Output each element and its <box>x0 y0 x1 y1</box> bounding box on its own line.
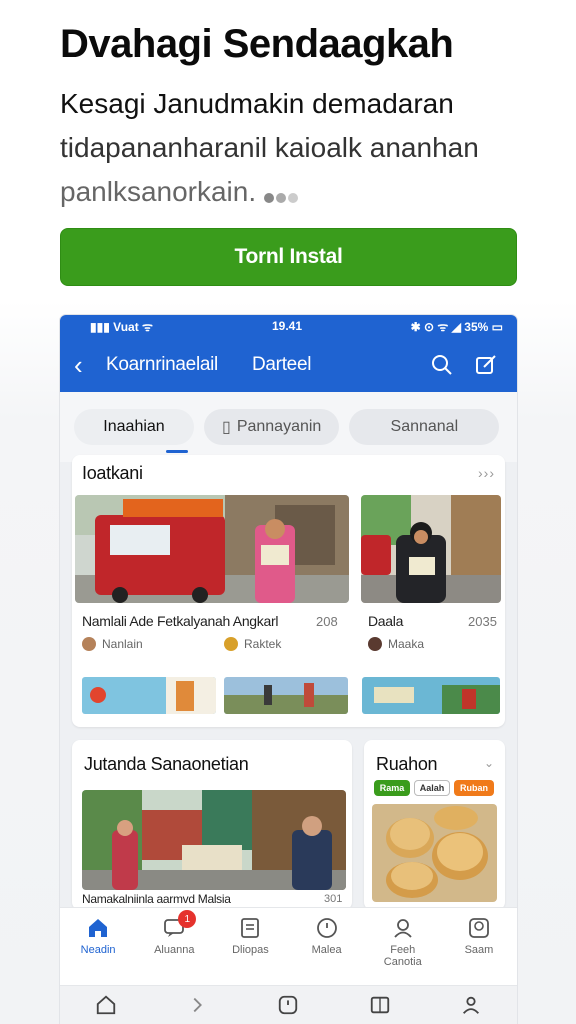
header-subtitle[interactable]: Darteel <box>252 354 311 376</box>
news-number: 301 <box>324 893 343 905</box>
pill-ruban[interactable]: Ruban <box>454 780 494 796</box>
home-icon[interactable] <box>93 992 119 1018</box>
status-bar: ▮▮▮ Vuat ᯤ 19.41 ✱ ⊙ ᯤ ◢ 35% ▭ <box>60 315 517 337</box>
chevron-down-icon[interactable]: ⌄ <box>484 756 495 770</box>
carrier-label: Vuat <box>113 319 139 334</box>
battery-label: 35% <box>464 319 489 334</box>
nav-malea[interactable]: Malea <box>289 908 365 985</box>
app-store-page: Dvahagi Sendaagkah Kesagi Janudmakin dem… <box>0 0 576 1024</box>
avatar <box>82 637 96 651</box>
nav-label: Aluanna <box>154 944 195 956</box>
item-number-1: 208 <box>316 614 338 629</box>
system-navigation <box>60 985 517 1024</box>
item-caption-2[interactable]: Daala <box>368 613 403 629</box>
clipboard-icon: ▯ <box>222 419 231 436</box>
news-section: Jutanda Sanaonetian Namakalniinla aarmvd <box>72 740 352 910</box>
nav-aluanna[interactable]: 1 Aluanna <box>136 908 212 985</box>
header-title: Koarnrinaelail <box>106 353 218 375</box>
app-screenshot: ▮▮▮ Vuat ᯤ 19.41 ✱ ⊙ ᯤ ◢ 35% ▭ ‹ Koarnri… <box>60 315 517 1024</box>
tab-pannayanin-label: Pannayanin <box>236 418 322 435</box>
people-icon <box>394 919 412 938</box>
featured-section: Ioatkani ››› Namlali Ade Fetkalyanah Ang… <box>72 455 505 727</box>
thumbnail-1[interactable] <box>82 677 216 714</box>
product-section: Ruahon ⌄ Rama Aalah Ruban <box>364 740 505 910</box>
nav-label: Neadin <box>80 944 116 956</box>
author-name: Maaka <box>388 637 425 651</box>
tab-bar: Inaahian ▯ Pannayanin Sannanal <box>60 392 517 462</box>
app-description: Kesagi Janudmakin demadaran tidapananhar… <box>60 82 530 216</box>
install-button[interactable]: Tornl Instal <box>60 228 517 286</box>
active-tab-indicator <box>166 450 188 453</box>
item-caption-1[interactable]: Namlali Ade Fetkalyanah Angkarl <box>82 613 278 629</box>
home-icon <box>89 919 108 937</box>
person-icon[interactable] <box>458 992 484 1018</box>
edit-icon[interactable] <box>469 348 503 382</box>
description-line-1: Kesagi Janudmakin demadaran <box>60 88 454 119</box>
bottom-navigation: Neadin 1 Aluanna Dliopas Malea Feeh Cano… <box>60 907 517 985</box>
author-name: Nanlain <box>102 637 143 651</box>
nav-feeh-canotia[interactable]: Feeh Canotia <box>365 908 441 985</box>
more-dots-icon[interactable] <box>264 172 300 216</box>
item-number-2: 2035 <box>468 614 497 629</box>
more-chevrons-icon[interactable]: ››› <box>478 465 495 481</box>
section-title: Ruahon <box>376 754 438 774</box>
product-image[interactable] <box>372 804 497 902</box>
news-caption[interactable]: Namakalniinla aarmvd Malsia <box>82 892 231 906</box>
pill-aalah[interactable]: Aalah <box>414 780 450 796</box>
description-line-2: tidapananharanil kaioalk ananhan <box>60 132 479 163</box>
section-title: Ioatkani <box>82 463 143 483</box>
profile-icon <box>469 918 489 938</box>
battery-indicator: ✱ ⊙ ᯤ ◢ 35% ▭ <box>410 319 503 334</box>
news-image[interactable] <box>82 790 346 890</box>
notification-badge: 1 <box>178 910 197 928</box>
document-icon <box>241 918 260 938</box>
nav-label: Feeh Canotia <box>383 944 422 968</box>
featured-image-1[interactable] <box>75 495 349 603</box>
search-icon[interactable] <box>425 348 459 382</box>
tab-inaahian[interactable]: Inaahian <box>74 409 194 445</box>
item-author-2: Raktek <box>224 637 281 651</box>
back-arrow-icon[interactable]: ‹ <box>74 352 106 378</box>
description-line-3-text: panlksanorkain. <box>60 176 257 207</box>
author-name: Raktek <box>244 637 282 651</box>
tab-sannanal[interactable]: Sannanal <box>349 409 500 445</box>
app-title: Dvahagi Sendaagkah <box>60 22 454 66</box>
section-title: Jutanda Sanaonetian <box>84 754 249 774</box>
nav-label: Dliopas <box>232 944 269 956</box>
nav-label: Saam <box>464 944 494 956</box>
thumbnail-2[interactable] <box>224 677 348 714</box>
nav-dliopas[interactable]: Dliopas <box>212 908 288 985</box>
nav-neadin[interactable]: Neadin <box>60 908 136 985</box>
clock-icon[interactable] <box>275 992 301 1018</box>
description-line-3: panlksanorkain. <box>60 170 530 216</box>
tab-pannayanin[interactable]: ▯ Pannayanin <box>204 409 340 445</box>
pill-rama[interactable]: Rama <box>374 780 410 796</box>
book-icon[interactable] <box>367 992 393 1018</box>
clock-icon <box>316 918 337 938</box>
avatar <box>368 637 382 651</box>
thumbnail-3[interactable] <box>362 677 500 714</box>
app-header: ‹ Koarnrinaelail Darteel <box>60 337 517 392</box>
avatar <box>224 637 238 651</box>
signal-indicator: ▮▮▮ Vuat ᯤ <box>90 319 154 334</box>
nav-label: Malea <box>311 944 342 956</box>
nav-saam[interactable]: Saam <box>441 908 517 985</box>
status-time: 19.41 <box>272 319 303 333</box>
featured-image-2[interactable] <box>361 495 501 603</box>
item-author-1: Nanlain <box>82 637 143 651</box>
item-author-3: Maaka <box>368 637 424 651</box>
chevron-right-icon[interactable] <box>184 992 210 1018</box>
